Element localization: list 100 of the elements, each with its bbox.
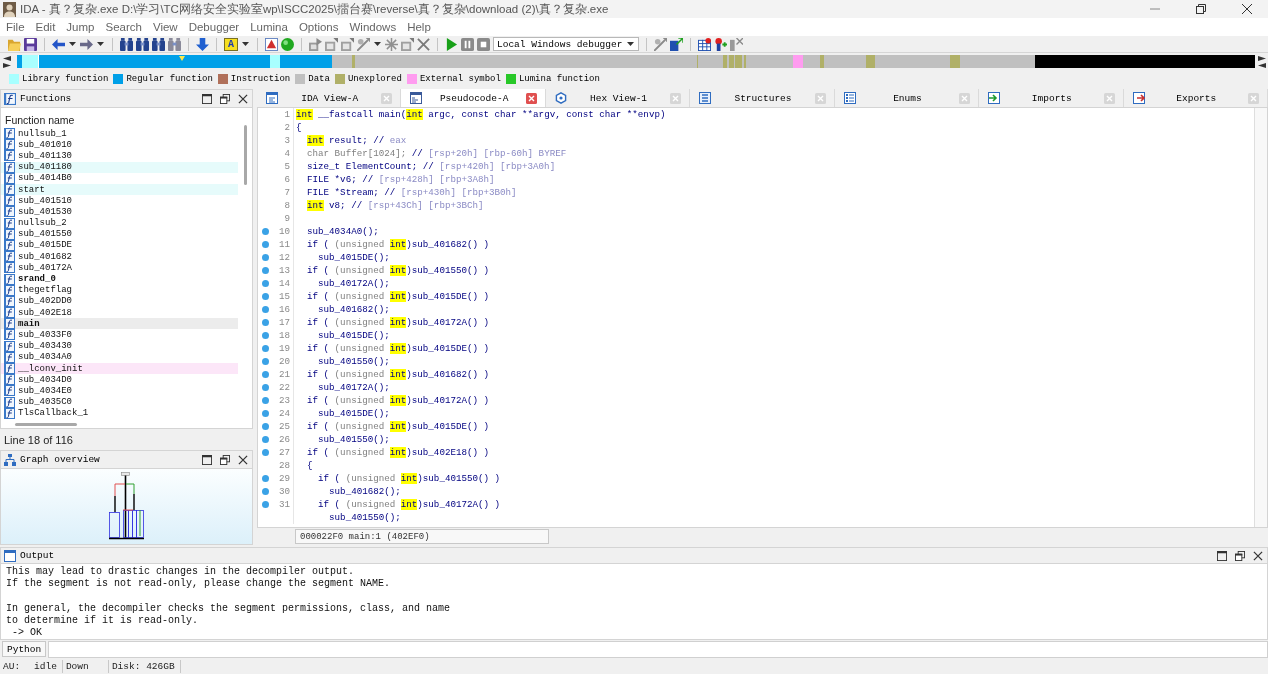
restore-icon[interactable] — [220, 454, 230, 465]
command-input[interactable] — [48, 640, 1268, 658]
graph-overview-pane[interactable] — [0, 469, 253, 545]
function-item[interactable]: start — [1, 183, 238, 196]
scrollbar-track[interactable] — [1254, 108, 1267, 527]
maximize-icon[interactable] — [1217, 550, 1227, 561]
dot-icon[interactable] — [261, 436, 269, 443]
forward-arrow-icon[interactable] — [80, 37, 93, 51]
tool-icon[interactable] — [325, 37, 338, 51]
function-item[interactable]: nullsub_2 — [1, 217, 238, 229]
maximize-icon[interactable] — [202, 454, 212, 465]
function-item[interactable]: TlsCallback_1 — [1, 407, 238, 419]
menu-item[interactable]: Debugger — [185, 20, 243, 34]
menu-item[interactable]: Edit — [32, 20, 59, 34]
close-icon[interactable] — [238, 454, 248, 465]
function-item[interactable]: sub_401550 — [1, 228, 238, 240]
back-arrow-icon[interactable] — [52, 37, 65, 51]
play-icon[interactable] — [445, 37, 458, 51]
pause-icon[interactable] — [461, 37, 474, 51]
dot-icon[interactable] — [261, 449, 269, 456]
function-item[interactable]: sub_401180 — [1, 161, 238, 173]
function-item[interactable]: sub_401530 — [1, 206, 238, 218]
dot-icon[interactable] — [261, 319, 269, 326]
close-icon[interactable] — [238, 93, 248, 104]
column-header[interactable]: Function name — [5, 114, 75, 126]
letter-button[interactable]: A — [224, 37, 238, 51]
tool-icon[interactable] — [401, 37, 414, 51]
function-item[interactable]: sub_4015DE — [1, 239, 238, 252]
arrows-icon[interactable] — [1258, 55, 1266, 68]
debugger-select[interactable]: Local Windows debugger — [493, 37, 639, 51]
caret-icon[interactable] — [627, 42, 634, 46]
function-item[interactable]: sub_4035C0 — [1, 396, 238, 408]
dot-icon[interactable] — [261, 410, 269, 417]
dot-icon[interactable] — [261, 475, 269, 482]
scrollbar-thumb[interactable] — [15, 422, 77, 426]
tool-icon[interactable] — [341, 37, 354, 51]
function-item[interactable]: sub_40172A — [1, 262, 238, 274]
function-item[interactable]: sub_4034E0 — [1, 385, 238, 397]
dot-icon[interactable] — [261, 345, 269, 352]
dot-icon[interactable] — [261, 293, 269, 300]
function-item[interactable]: sub_401010 — [1, 139, 238, 151]
dot-icon[interactable] — [261, 254, 269, 261]
function-item[interactable]: sub_4033F0 — [1, 329, 238, 341]
dot-icon[interactable] — [261, 423, 269, 430]
python-button[interactable]: Python — [2, 641, 47, 657]
maximize-icon[interactable] — [202, 93, 212, 104]
binoculars-icon[interactable] — [152, 37, 165, 51]
circle-icon[interactable] — [281, 37, 294, 51]
pin-plus-icon[interactable] — [714, 37, 727, 51]
function-item[interactable]: __lconv_init — [1, 362, 238, 375]
menu-item[interactable]: Jump — [63, 20, 98, 34]
cross-icon[interactable] — [417, 37, 430, 51]
dot-icon[interactable] — [261, 332, 269, 339]
caret-icon[interactable] — [97, 42, 104, 46]
stop-icon[interactable] — [477, 37, 490, 51]
function-item[interactable]: nullsub_1 — [1, 128, 238, 140]
grid-icon[interactable] — [698, 37, 711, 51]
restore-icon[interactable] — [220, 93, 230, 104]
function-item[interactable]: sub_4014B0 — [1, 172, 238, 184]
menu-item[interactable]: Windows — [346, 20, 400, 34]
menu-item[interactable]: View — [149, 20, 181, 34]
function-item[interactable]: srand_0 — [1, 273, 238, 285]
tab[interactable]: Pseudocode-A — [401, 89, 546, 107]
function-item[interactable]: sub_4034A0 — [1, 351, 238, 363]
restore-icon[interactable] — [1196, 4, 1206, 14]
dot-icon[interactable] — [261, 488, 269, 495]
caret-icon[interactable] — [242, 42, 249, 46]
function-item[interactable]: thegetflag — [1, 284, 238, 296]
dot-icon[interactable] — [261, 397, 269, 404]
dot-icon[interactable] — [261, 501, 269, 508]
binoculars-icon[interactable] — [136, 37, 149, 51]
tab[interactable]: Structures — [690, 89, 835, 107]
function-item[interactable]: main — [1, 318, 238, 330]
dot-icon[interactable] — [261, 241, 269, 248]
tool-icon[interactable] — [654, 37, 667, 51]
menu-item[interactable]: Help — [404, 20, 434, 34]
menu-item[interactable]: File — [3, 20, 28, 34]
close-icon[interactable] — [1242, 4, 1252, 14]
dot-icon[interactable] — [261, 384, 269, 391]
close-icon[interactable] — [1253, 550, 1263, 561]
save-icon[interactable] — [24, 37, 37, 51]
function-item[interactable]: sub_403430 — [1, 340, 238, 352]
dot-icon[interactable] — [261, 228, 269, 235]
tab[interactable]: Enums — [834, 89, 980, 107]
dot-icon[interactable] — [261, 371, 269, 378]
binoculars-icon[interactable] — [120, 37, 133, 51]
restore-icon[interactable] — [1235, 550, 1245, 561]
dot-icon[interactable] — [261, 280, 269, 287]
function-item[interactable]: sub_402E18 — [1, 307, 238, 319]
scrollbar-thumb[interactable] — [244, 125, 247, 185]
function-item[interactable]: sub_401682 — [1, 251, 238, 263]
tab[interactable]: Exports — [1123, 89, 1268, 107]
tab[interactable]: Hex View-1 — [545, 89, 691, 107]
tab-close-icon[interactable] — [525, 92, 537, 104]
caret-icon[interactable] — [69, 42, 76, 46]
function-item[interactable]: sub_402DD0 — [1, 295, 238, 307]
function-item[interactable]: sub_401130 — [1, 150, 238, 162]
tab[interactable]: Imports — [979, 89, 1124, 107]
caret-icon[interactable] — [374, 42, 381, 46]
menu-item[interactable]: Lumina — [247, 20, 291, 34]
